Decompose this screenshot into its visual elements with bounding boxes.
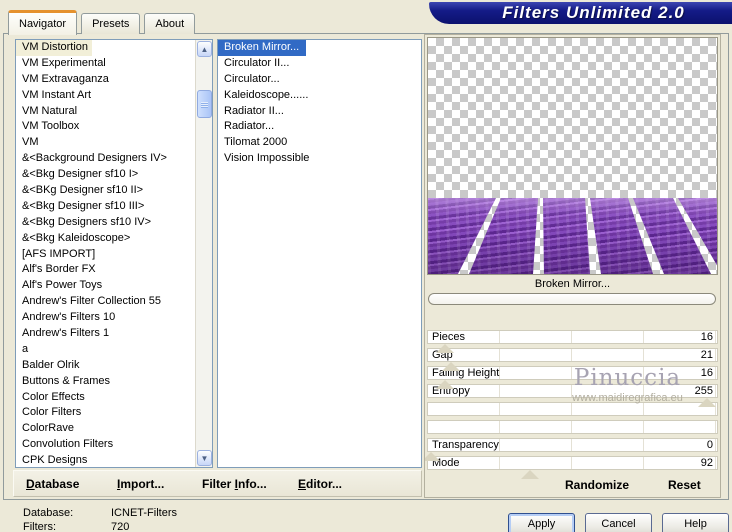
filter-list-items: Broken Mirror... Circulator II... Circulat…: [218, 40, 421, 167]
category-list-item[interactable]: Convolution Filters: [16, 437, 117, 453]
slider-label: Transparency: [432, 439, 499, 451]
filter-list-item[interactable]: Circulator II...: [218, 56, 293, 72]
reset-button[interactable]: Reset: [668, 478, 701, 492]
category-list-item[interactable]: VM Distortion: [16, 40, 93, 56]
category-list-items: VM Distortion VM Experimental VM Extravaga…: [16, 40, 195, 467]
category-list-item[interactable]: Buttons & Frames: [16, 374, 114, 390]
slider-falling-height[interactable]: Falling Height 16: [427, 366, 718, 380]
slider-value: 16: [700, 331, 713, 343]
status-filters: Filters: 720: [23, 521, 129, 532]
category-list-item[interactable]: VM Toolbox: [16, 119, 83, 135]
slider-thumb-entropy[interactable]: [698, 398, 716, 407]
filter-list-item[interactable]: Kaleidoscope......: [218, 88, 312, 104]
slider-entropy[interactable]: Entropy 255: [427, 384, 718, 398]
selected-filter-label: Broken Mirror...: [534, 278, 611, 290]
tab-navigator[interactable]: Navigator: [8, 10, 78, 35]
category-list-item[interactable]: VM Extravaganza: [16, 72, 113, 88]
slider-value: 0: [706, 439, 713, 451]
status-database-label: Database:: [23, 507, 74, 519]
filter-info-button[interactable]: Filter Info...: [202, 477, 267, 491]
category-list-item[interactable]: a: [16, 342, 32, 358]
filter-list-item[interactable]: Radiator II...: [218, 104, 288, 120]
status-database-value: ICNET-Filters: [111, 507, 177, 519]
tab-presets[interactable]: Presets: [81, 13, 141, 34]
slider-mode[interactable]: Mode 92: [427, 456, 718, 470]
category-list-item[interactable]: Alf's Border FX: [16, 262, 100, 278]
category-list-item[interactable]: ColorRave: [16, 421, 78, 437]
category-list-item[interactable]: Andrew's Filter Collection 55: [16, 294, 165, 310]
import-button[interactable]: Import...: [117, 477, 164, 491]
tab-bar: Navigator Presets About: [8, 10, 199, 35]
filter-list-item[interactable]: Tilomat 2000: [218, 135, 291, 151]
preview-image: [427, 37, 718, 275]
cancel-button[interactable]: Cancel: [585, 513, 652, 532]
broken-mirror-render: [428, 198, 717, 274]
status-filters-label: Filters:: [23, 521, 56, 532]
slider-pieces[interactable]: Pieces 16: [427, 330, 718, 344]
category-list-item[interactable]: VM: [16, 135, 43, 151]
dialog-title: Filters Unlimited 2.0: [502, 3, 685, 22]
category-list-item[interactable]: &<Bkg Designers sf10 IV>: [16, 215, 155, 231]
slider-value: 16: [700, 367, 713, 379]
category-list-item[interactable]: Andrew's Filters 1: [16, 326, 113, 342]
title-banner: Filters Unlimited 2.0: [429, 2, 732, 24]
category-list-item[interactable]: VM Instant Art: [16, 88, 95, 104]
slider-thumb-mode[interactable]: [521, 470, 539, 479]
category-list-item[interactable]: &<Background Designers IV>: [16, 151, 171, 167]
filters-unlimited-dialog: Filters Unlimited 2.0 Navigator Presets …: [0, 0, 732, 532]
filter-list-item[interactable]: Circulator...: [218, 72, 284, 88]
slider-gap[interactable]: Gap 21: [427, 348, 718, 362]
category-list-item[interactable]: &<BKg Designer sf10 II>: [16, 183, 147, 199]
slider-value: 255: [694, 385, 713, 397]
scroll-down-icon[interactable]: ▼: [197, 450, 212, 466]
category-list-item[interactable]: CPK Designs: [16, 453, 91, 467]
category-list-item[interactable]: Color Filters: [16, 405, 85, 421]
progress-bar: [428, 293, 716, 305]
scrollbar-thumb[interactable]: [197, 90, 212, 118]
status-filters-value: 720: [111, 521, 130, 532]
editor-button[interactable]: Editor...: [298, 477, 342, 491]
category-list-item[interactable]: VM Experimental: [16, 56, 110, 72]
slider-label: Pieces: [432, 331, 466, 343]
slider-transparency[interactable]: Transparency 0: [427, 438, 718, 452]
help-button[interactable]: Help: [662, 513, 729, 532]
category-list[interactable]: VM Distortion VM Experimental VM Extravaga…: [15, 39, 213, 468]
slider-thumb-transparency[interactable]: [425, 452, 440, 461]
category-list-item[interactable]: Andrew's Filters 10: [16, 310, 119, 326]
category-scrollbar[interactable]: ▲ ▼: [195, 40, 212, 467]
toolbar-strip: Database Import... Filter Info... Editor…: [13, 470, 422, 497]
slider-thumb-pieces[interactable]: [436, 344, 454, 353]
slider-thumb-gap[interactable]: [442, 362, 460, 371]
category-list-item[interactable]: Color Effects: [16, 390, 89, 406]
tab-about[interactable]: About: [144, 13, 196, 34]
slider-unused-1[interactable]: [427, 402, 718, 416]
scroll-up-icon[interactable]: ▲: [197, 41, 212, 57]
navigator-tab-panel: VM Distortion VM Experimental VM Extravaga…: [3, 33, 729, 500]
status-database: Database: ICNET-Filters: [23, 507, 177, 519]
filter-list-item[interactable]: Radiator...: [218, 119, 278, 135]
randomize-button[interactable]: Randomize: [565, 478, 629, 492]
slider-value: 92: [700, 457, 713, 469]
category-list-item[interactable]: VM Natural: [16, 104, 81, 120]
category-list-item[interactable]: &<Bkg Kaleidoscope>: [16, 231, 134, 247]
slider-thumb-falling-height[interactable]: [436, 380, 454, 389]
category-list-item[interactable]: [AFS IMPORT]: [16, 247, 99, 263]
filter-list-item[interactable]: Broken Mirror...: [218, 40, 307, 56]
filter-list-item[interactable]: Vision Impossible: [218, 151, 313, 167]
category-list-item[interactable]: Balder Olrik: [16, 358, 83, 374]
scrollbar-grip: [201, 102, 208, 108]
filter-settings-panel: Broken Mirror... Pieces 16 Gap 21 Fallin…: [424, 34, 721, 498]
filter-list[interactable]: Broken Mirror... Circulator II... Circulat…: [217, 39, 422, 468]
category-list-item[interactable]: &<Bkg Designer sf10 III>: [16, 199, 148, 215]
apply-button[interactable]: Apply: [508, 513, 575, 532]
slider-value: 21: [700, 349, 713, 361]
category-list-item[interactable]: Alf's Power Toys: [16, 278, 106, 294]
database-button[interactable]: Database: [26, 477, 79, 491]
slider-unused-2[interactable]: [427, 420, 718, 434]
category-list-item[interactable]: &<Bkg Designer sf10 I>: [16, 167, 142, 183]
